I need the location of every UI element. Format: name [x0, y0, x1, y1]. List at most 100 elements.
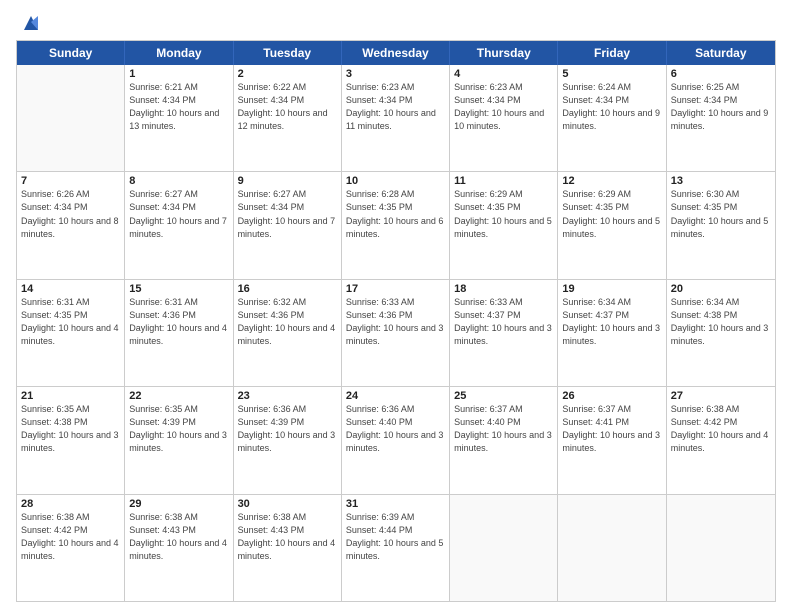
sun-info: Sunrise: 6:34 AMSunset: 4:38 PMDaylight:… [671, 296, 771, 348]
sun-info: Sunrise: 6:27 AMSunset: 4:34 PMDaylight:… [129, 188, 228, 240]
calendar-cell: 3Sunrise: 6:23 AMSunset: 4:34 PMDaylight… [342, 65, 450, 171]
calendar-cell: 13Sunrise: 6:30 AMSunset: 4:35 PMDayligh… [667, 172, 775, 278]
day-number: 6 [671, 68, 771, 80]
day-number: 11 [454, 175, 553, 187]
calendar-cell: 6Sunrise: 6:25 AMSunset: 4:34 PMDaylight… [667, 65, 775, 171]
sun-info: Sunrise: 6:29 AMSunset: 4:35 PMDaylight:… [562, 188, 661, 240]
calendar: SundayMondayTuesdayWednesdayThursdayFrid… [16, 40, 776, 602]
sun-info: Sunrise: 6:25 AMSunset: 4:34 PMDaylight:… [671, 81, 771, 133]
day-number: 15 [129, 283, 228, 295]
calendar-cell: 14Sunrise: 6:31 AMSunset: 4:35 PMDayligh… [17, 280, 125, 386]
sun-info: Sunrise: 6:35 AMSunset: 4:39 PMDaylight:… [129, 403, 228, 455]
sun-info: Sunrise: 6:36 AMSunset: 4:40 PMDaylight:… [346, 403, 445, 455]
sun-info: Sunrise: 6:38 AMSunset: 4:42 PMDaylight:… [671, 403, 771, 455]
day-of-week-header: Sunday [17, 41, 125, 65]
header [16, 12, 776, 34]
day-number: 2 [238, 68, 337, 80]
day-number: 9 [238, 175, 337, 187]
sun-info: Sunrise: 6:34 AMSunset: 4:37 PMDaylight:… [562, 296, 661, 348]
day-number: 26 [562, 390, 661, 402]
calendar-cell: 19Sunrise: 6:34 AMSunset: 4:37 PMDayligh… [558, 280, 666, 386]
day-number: 22 [129, 390, 228, 402]
calendar-cell: 25Sunrise: 6:37 AMSunset: 4:40 PMDayligh… [450, 387, 558, 493]
sun-info: Sunrise: 6:39 AMSunset: 4:44 PMDaylight:… [346, 511, 445, 563]
day-number: 17 [346, 283, 445, 295]
sun-info: Sunrise: 6:33 AMSunset: 4:37 PMDaylight:… [454, 296, 553, 348]
day-number: 3 [346, 68, 445, 80]
calendar-cell: 22Sunrise: 6:35 AMSunset: 4:39 PMDayligh… [125, 387, 233, 493]
day-number: 31 [346, 498, 445, 510]
page: SundayMondayTuesdayWednesdayThursdayFrid… [0, 0, 792, 612]
day-number: 20 [671, 283, 771, 295]
day-of-week-header: Friday [558, 41, 666, 65]
calendar-cell: 1Sunrise: 6:21 AMSunset: 4:34 PMDaylight… [125, 65, 233, 171]
sun-info: Sunrise: 6:31 AMSunset: 4:35 PMDaylight:… [21, 296, 120, 348]
calendar-cell: 8Sunrise: 6:27 AMSunset: 4:34 PMDaylight… [125, 172, 233, 278]
calendar-cell [667, 495, 775, 601]
calendar-cell: 20Sunrise: 6:34 AMSunset: 4:38 PMDayligh… [667, 280, 775, 386]
calendar-week-row: 28Sunrise: 6:38 AMSunset: 4:42 PMDayligh… [17, 495, 775, 601]
day-number: 25 [454, 390, 553, 402]
day-number: 19 [562, 283, 661, 295]
sun-info: Sunrise: 6:33 AMSunset: 4:36 PMDaylight:… [346, 296, 445, 348]
sun-info: Sunrise: 6:35 AMSunset: 4:38 PMDaylight:… [21, 403, 120, 455]
day-number: 5 [562, 68, 661, 80]
day-number: 28 [21, 498, 120, 510]
day-number: 14 [21, 283, 120, 295]
sun-info: Sunrise: 6:26 AMSunset: 4:34 PMDaylight:… [21, 188, 120, 240]
day-number: 7 [21, 175, 120, 187]
calendar-cell: 17Sunrise: 6:33 AMSunset: 4:36 PMDayligh… [342, 280, 450, 386]
calendar-cell: 15Sunrise: 6:31 AMSunset: 4:36 PMDayligh… [125, 280, 233, 386]
calendar-cell: 16Sunrise: 6:32 AMSunset: 4:36 PMDayligh… [234, 280, 342, 386]
calendar-cell: 9Sunrise: 6:27 AMSunset: 4:34 PMDaylight… [234, 172, 342, 278]
calendar-body: 1Sunrise: 6:21 AMSunset: 4:34 PMDaylight… [17, 65, 775, 601]
calendar-week-row: 7Sunrise: 6:26 AMSunset: 4:34 PMDaylight… [17, 172, 775, 279]
sun-info: Sunrise: 6:29 AMSunset: 4:35 PMDaylight:… [454, 188, 553, 240]
calendar-cell: 2Sunrise: 6:22 AMSunset: 4:34 PMDaylight… [234, 65, 342, 171]
sun-info: Sunrise: 6:27 AMSunset: 4:34 PMDaylight:… [238, 188, 337, 240]
calendar-cell: 12Sunrise: 6:29 AMSunset: 4:35 PMDayligh… [558, 172, 666, 278]
day-number: 27 [671, 390, 771, 402]
calendar-cell: 4Sunrise: 6:23 AMSunset: 4:34 PMDaylight… [450, 65, 558, 171]
day-of-week-header: Saturday [667, 41, 775, 65]
sun-info: Sunrise: 6:38 AMSunset: 4:43 PMDaylight:… [129, 511, 228, 563]
sun-info: Sunrise: 6:32 AMSunset: 4:36 PMDaylight:… [238, 296, 337, 348]
calendar-cell: 5Sunrise: 6:24 AMSunset: 4:34 PMDaylight… [558, 65, 666, 171]
calendar-cell [17, 65, 125, 171]
calendar-cell: 26Sunrise: 6:37 AMSunset: 4:41 PMDayligh… [558, 387, 666, 493]
calendar-cell [450, 495, 558, 601]
sun-info: Sunrise: 6:23 AMSunset: 4:34 PMDaylight:… [346, 81, 445, 133]
day-number: 4 [454, 68, 553, 80]
day-number: 1 [129, 68, 228, 80]
day-of-week-header: Wednesday [342, 41, 450, 65]
sun-info: Sunrise: 6:24 AMSunset: 4:34 PMDaylight:… [562, 81, 661, 133]
calendar-cell: 11Sunrise: 6:29 AMSunset: 4:35 PMDayligh… [450, 172, 558, 278]
day-of-week-header: Monday [125, 41, 233, 65]
calendar-week-row: 1Sunrise: 6:21 AMSunset: 4:34 PMDaylight… [17, 65, 775, 172]
day-number: 16 [238, 283, 337, 295]
day-number: 8 [129, 175, 228, 187]
calendar-cell: 24Sunrise: 6:36 AMSunset: 4:40 PMDayligh… [342, 387, 450, 493]
sun-info: Sunrise: 6:23 AMSunset: 4:34 PMDaylight:… [454, 81, 553, 133]
calendar-cell: 18Sunrise: 6:33 AMSunset: 4:37 PMDayligh… [450, 280, 558, 386]
day-number: 24 [346, 390, 445, 402]
sun-info: Sunrise: 6:21 AMSunset: 4:34 PMDaylight:… [129, 81, 228, 133]
calendar-cell: 27Sunrise: 6:38 AMSunset: 4:42 PMDayligh… [667, 387, 775, 493]
calendar-cell: 23Sunrise: 6:36 AMSunset: 4:39 PMDayligh… [234, 387, 342, 493]
logo [16, 12, 42, 34]
logo-icon [20, 12, 42, 34]
sun-info: Sunrise: 6:22 AMSunset: 4:34 PMDaylight:… [238, 81, 337, 133]
calendar-cell: 29Sunrise: 6:38 AMSunset: 4:43 PMDayligh… [125, 495, 233, 601]
day-number: 30 [238, 498, 337, 510]
sun-info: Sunrise: 6:28 AMSunset: 4:35 PMDaylight:… [346, 188, 445, 240]
sun-info: Sunrise: 6:38 AMSunset: 4:42 PMDaylight:… [21, 511, 120, 563]
calendar-cell: 31Sunrise: 6:39 AMSunset: 4:44 PMDayligh… [342, 495, 450, 601]
sun-info: Sunrise: 6:37 AMSunset: 4:41 PMDaylight:… [562, 403, 661, 455]
day-of-week-header: Tuesday [234, 41, 342, 65]
day-of-week-header: Thursday [450, 41, 558, 65]
day-number: 21 [21, 390, 120, 402]
calendar-cell: 7Sunrise: 6:26 AMSunset: 4:34 PMDaylight… [17, 172, 125, 278]
day-number: 29 [129, 498, 228, 510]
day-number: 18 [454, 283, 553, 295]
sun-info: Sunrise: 6:30 AMSunset: 4:35 PMDaylight:… [671, 188, 771, 240]
